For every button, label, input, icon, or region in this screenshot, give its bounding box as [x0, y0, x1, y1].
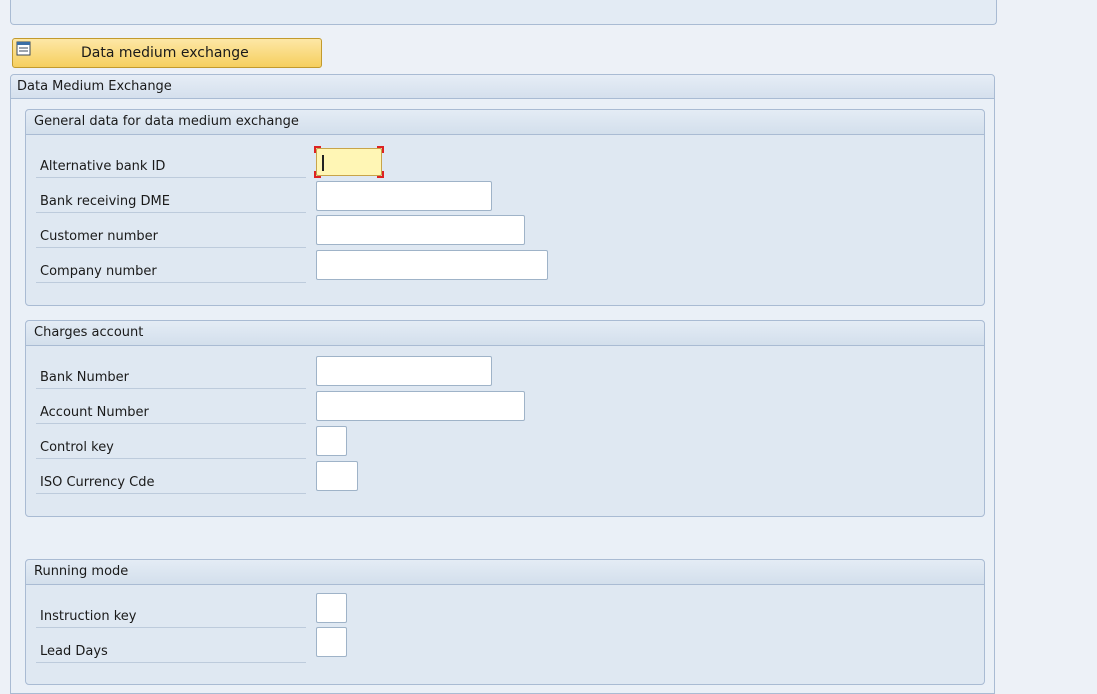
field-label: Instruction key — [40, 609, 137, 624]
alternative-bank-id-input[interactable] — [314, 146, 384, 178]
charges-account-group: Charges account Bank Number Account Numb… — [25, 320, 985, 517]
iso-currency-code-row: ISO Currency Cde — [36, 460, 326, 494]
alternative-bank-id-row: Alternative bank ID — [36, 144, 326, 178]
button-label: Data medium exchange — [81, 45, 249, 61]
field-label: Bank receiving DME — [40, 194, 170, 209]
frame-title: Data Medium Exchange — [11, 75, 994, 99]
top-panel — [10, 0, 997, 25]
field-label: Company number — [40, 264, 157, 279]
account-number-row: Account Number — [36, 390, 326, 424]
field-label: Account Number — [40, 405, 149, 420]
instruction-key-input[interactable] — [316, 593, 347, 623]
bank-receiving-dme-row: Bank receiving DME — [36, 179, 326, 213]
text-cursor — [322, 155, 324, 171]
lead-days-row: Lead Days — [36, 629, 326, 663]
field-label: ISO Currency Cde — [40, 475, 155, 490]
customer-number-row: Customer number — [36, 214, 326, 248]
group-title: General data for data medium exchange — [26, 110, 984, 135]
bank-number-row: Bank Number — [36, 355, 326, 389]
field-label: Control key — [40, 440, 114, 455]
field-label: Lead Days — [40, 644, 108, 659]
field-label: Customer number — [40, 229, 159, 244]
account-number-input[interactable] — [316, 391, 525, 421]
control-key-row: Control key — [36, 425, 326, 459]
field-label: Alternative bank ID — [40, 159, 166, 174]
instruction-key-row: Instruction key — [36, 594, 326, 628]
group-title: Running mode — [26, 560, 984, 585]
company-number-row: Company number — [36, 249, 326, 283]
group-title: Charges account — [26, 321, 984, 346]
control-key-input[interactable] — [316, 426, 347, 456]
document-list-icon — [16, 41, 31, 56]
data-medium-exchange-frame: Data Medium Exchange General data for da… — [10, 74, 995, 694]
iso-currency-code-input[interactable] — [316, 461, 358, 491]
customer-number-input[interactable] — [316, 215, 525, 245]
lead-days-input[interactable] — [316, 627, 347, 657]
general-data-group: General data for data medium exchange Al… — [25, 109, 985, 306]
running-mode-group: Running mode Instruction key Lead Days — [25, 559, 985, 685]
bank-number-input[interactable] — [316, 356, 492, 386]
bank-receiving-dme-input[interactable] — [316, 181, 492, 211]
field-label: Bank Number — [40, 370, 130, 385]
data-medium-exchange-button[interactable]: Data medium exchange — [12, 38, 322, 68]
company-number-input[interactable] — [316, 250, 548, 280]
